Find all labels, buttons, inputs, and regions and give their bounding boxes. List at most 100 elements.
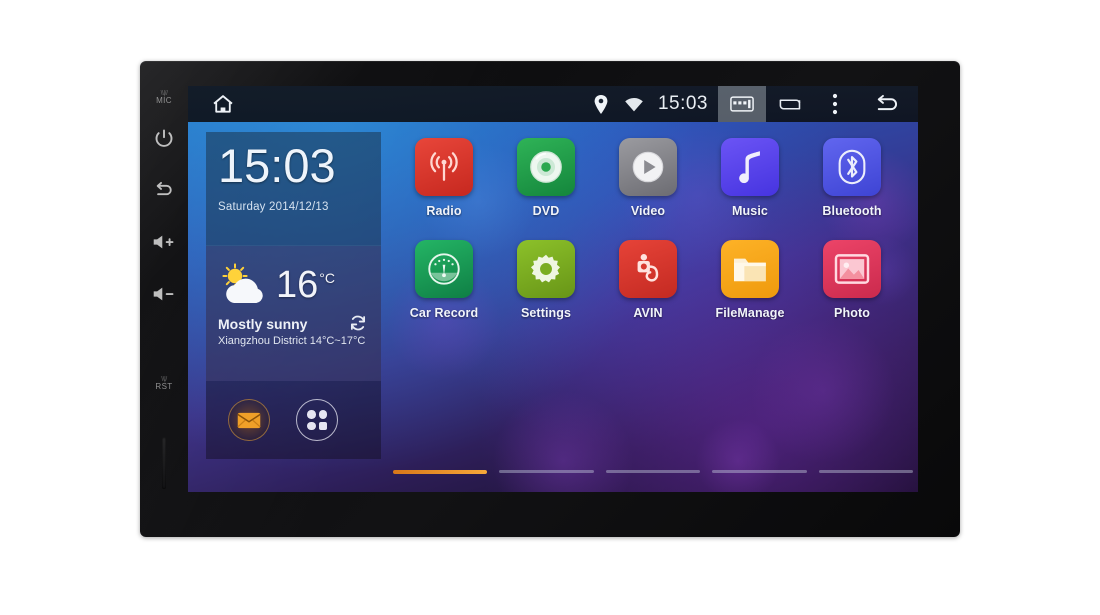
overflow-menu-button[interactable] <box>814 86 856 122</box>
mic-button[interactable]: \\|// MIC <box>147 85 181 111</box>
recent-apps-icon <box>778 97 803 112</box>
app-bluetooth[interactable]: Bluetooth <box>801 138 903 218</box>
volume-up-icon <box>152 233 176 251</box>
app-drawer-dot <box>307 410 316 419</box>
app-label-dvd: DVD <box>532 204 560 218</box>
app-tile-car-record <box>415 240 473 298</box>
dock-item-app-drawer[interactable] <box>296 399 338 441</box>
radio-broadcast-icon <box>426 149 462 185</box>
home-icon <box>211 93 235 115</box>
location-pin-icon <box>594 94 608 114</box>
back-arrow-icon <box>153 180 175 200</box>
app-avin[interactable]: AVIN <box>597 240 699 320</box>
app-label-avin: AVIN <box>633 306 663 320</box>
reset-button[interactable]: \\|/ RST <box>147 367 181 401</box>
app-label-music: Music <box>732 204 768 218</box>
page-dash-5[interactable] <box>818 470 914 473</box>
app-label-car-record: Car Record <box>409 306 479 320</box>
page-dash-2[interactable] <box>499 470 594 473</box>
power-button[interactable] <box>147 121 181 155</box>
app-car-record[interactable]: Car Record <box>393 240 495 320</box>
app-tile-video <box>619 138 677 196</box>
wifi-indicator <box>616 86 652 122</box>
reset-squiggle-icon: \\|/ <box>161 376 167 384</box>
app-dvd[interactable]: DVD <box>495 138 597 218</box>
reset-label: RST <box>155 382 173 392</box>
app-settings[interactable]: Settings <box>495 240 597 320</box>
overflow-menu-icon <box>832 93 838 115</box>
app-label-settings: Settings <box>520 306 572 320</box>
page-dash-3[interactable] <box>605 470 701 473</box>
volume-down-icon <box>152 285 176 303</box>
app-tile-filemanager <box>721 240 779 298</box>
status-bar: 15:03 <box>188 86 918 122</box>
weather-temperature-unit: °C <box>319 270 335 287</box>
widget-dock <box>206 381 381 459</box>
app-label-photo: Photo <box>834 306 870 320</box>
mic-label: MIC <box>156 96 172 106</box>
refresh-icon[interactable] <box>349 314 367 332</box>
weather-widget[interactable]: 16°C Mostly sunny Xiangzhou District 14°… <box>206 246 381 381</box>
clock-widget-time: 15:03 <box>218 139 336 192</box>
app-drawer-dot <box>318 410 327 419</box>
home-button[interactable] <box>188 93 258 115</box>
head-unit-device: \\|// MIC \\|/ RST 15:03 15:03 Saturday … <box>140 61 960 537</box>
power-icon <box>154 128 174 148</box>
navigation-back-button[interactable] <box>856 86 918 122</box>
app-tile-bluetooth <box>823 138 881 196</box>
weather-summary-row: 16°C <box>218 256 371 314</box>
status-bar-clock: 15:03 <box>657 93 708 114</box>
folder-icon <box>731 253 769 285</box>
dock-item-messages[interactable] <box>228 399 270 441</box>
app-radio[interactable]: Radio <box>393 138 495 218</box>
wallpaper-bokeh <box>488 386 638 492</box>
gear-icon <box>528 251 564 287</box>
app-tile-photo <box>823 240 881 298</box>
back-button[interactable] <box>147 173 181 207</box>
camera-input-icon <box>631 251 665 287</box>
device-left-bezel: \\|// MIC \\|/ RST <box>140 61 188 537</box>
page-dash-4[interactable] <box>712 470 807 473</box>
app-label-video: Video <box>630 204 666 218</box>
back-arrow-icon <box>872 93 902 115</box>
touchscreen[interactable]: 15:03 15:03 Saturday 2014/12/13 16°C Mos… <box>188 86 918 492</box>
widget-column: 15:03 Saturday 2014/12/13 16°C Mostly su… <box>206 132 381 462</box>
location-indicator <box>586 86 616 122</box>
music-note-icon <box>733 149 767 185</box>
app-music[interactable]: Music <box>699 138 801 218</box>
app-drawer-dot <box>307 421 316 430</box>
app-drawer-dot <box>318 421 327 430</box>
app-drawer-icon <box>307 410 327 430</box>
envelope-icon <box>237 412 261 429</box>
app-video[interactable]: Video <box>597 138 699 218</box>
app-grid: Radio DVD Video Music Bluetooth Car Reco… <box>393 138 903 320</box>
page-dash-1[interactable] <box>393 470 488 474</box>
screen-capture-button[interactable] <box>718 86 766 122</box>
app-filemanager[interactable]: FileManage <box>699 240 801 320</box>
screen-capture-icon <box>730 96 754 112</box>
clock-widget[interactable]: 15:03 Saturday 2014/12/13 <box>206 132 381 246</box>
status-bar-right-group: 15:03 <box>586 86 918 122</box>
wallpaper-bokeh <box>693 416 783 492</box>
app-label-bluetooth: Bluetooth <box>822 204 882 218</box>
volume-up-button[interactable] <box>147 225 181 259</box>
app-tile-music <box>721 138 779 196</box>
app-label-radio: Radio <box>426 204 462 218</box>
wallpaper-bokeh <box>748 316 898 466</box>
wifi-icon <box>624 96 644 112</box>
page-indicator <box>393 470 914 474</box>
app-photo[interactable]: Photo <box>801 240 903 320</box>
play-circle-icon <box>629 148 667 186</box>
device-slot <box>162 437 166 489</box>
app-label-filemanager: FileManage <box>715 306 785 320</box>
weather-temperature-value: 16 <box>276 264 319 306</box>
recent-apps-button[interactable] <box>766 86 814 122</box>
clock-widget-date: Saturday 2014/12/13 <box>218 201 329 213</box>
picture-icon <box>834 253 870 285</box>
app-tile-avin <box>619 240 677 298</box>
messages-circle <box>228 399 270 441</box>
reset-label-group: \\|/ RST <box>155 376 172 392</box>
sun-behind-cloud-icon <box>218 263 270 307</box>
mic-squiggle-icon: \\|// <box>160 90 168 98</box>
volume-down-button[interactable] <box>147 277 181 311</box>
